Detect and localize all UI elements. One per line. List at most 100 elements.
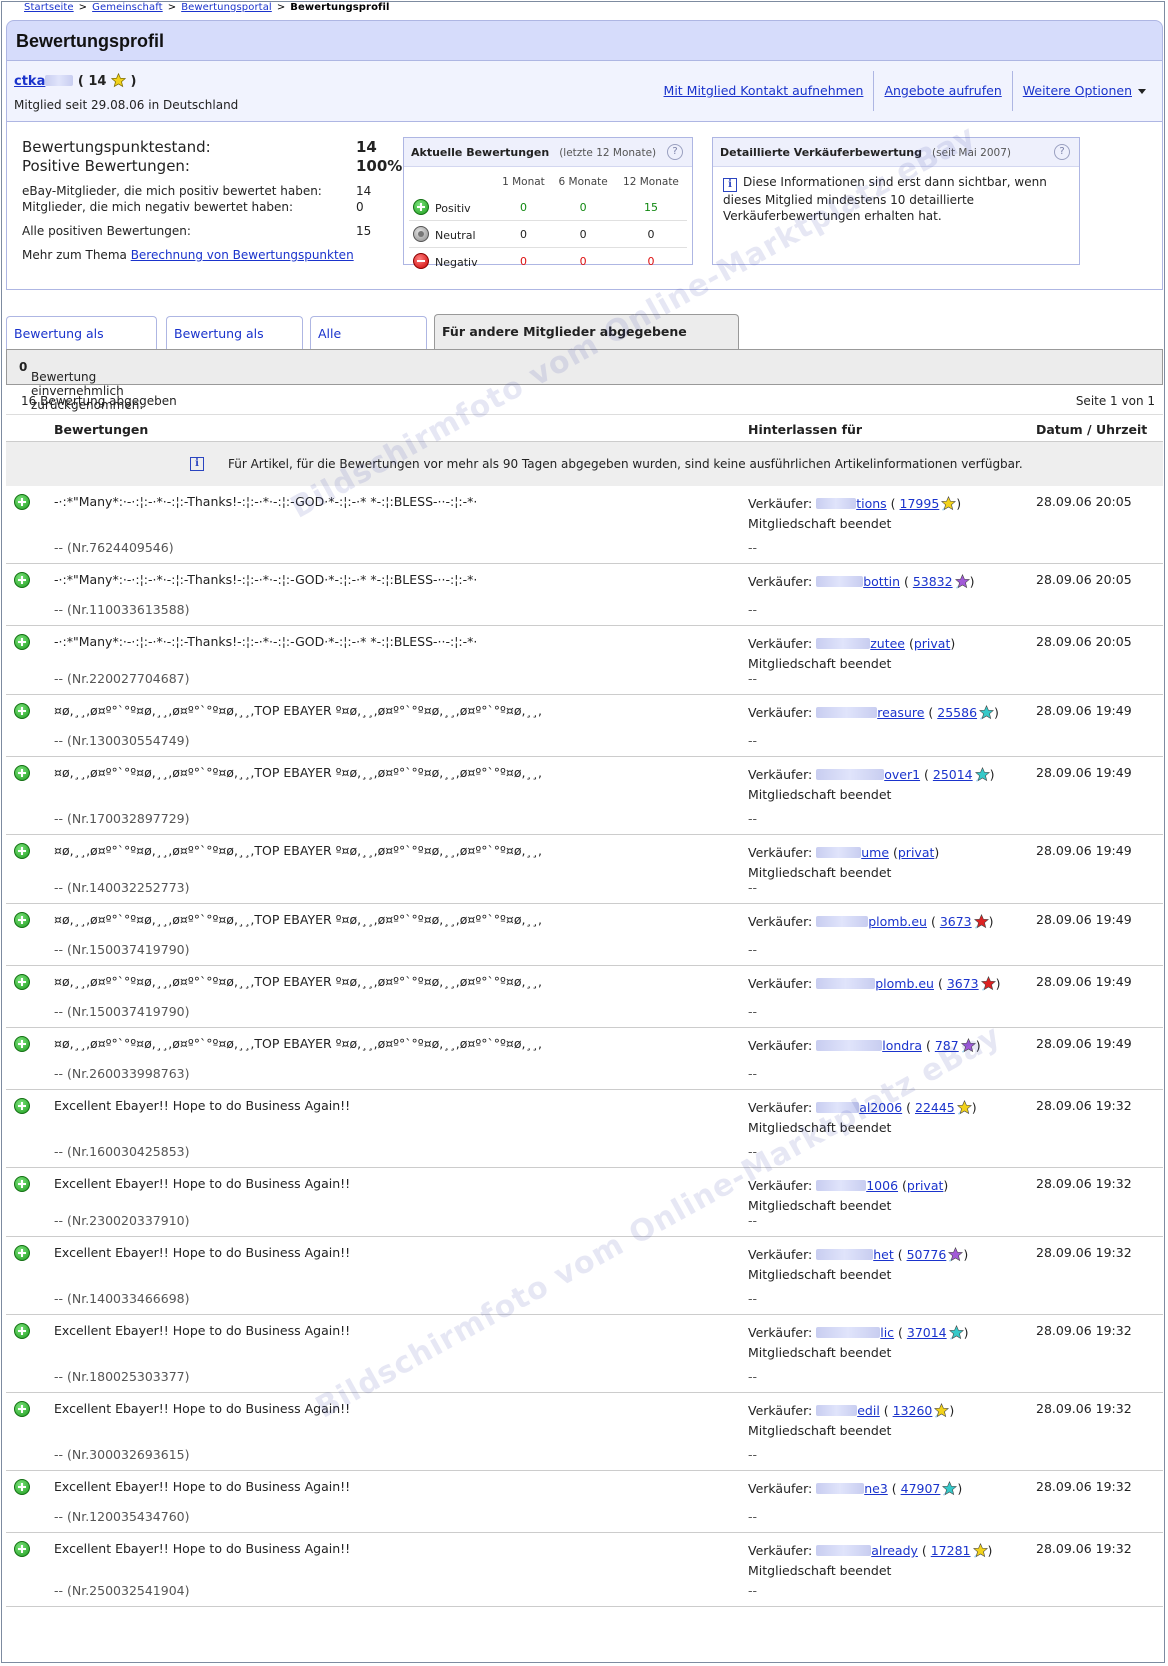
info-icon: i: [190, 457, 204, 471]
seller-score-link[interactable]: privat: [898, 845, 935, 860]
seller-score-link[interactable]: 3673: [947, 976, 979, 991]
positive-icon: [14, 1323, 36, 1339]
seller-link[interactable]: zutee: [816, 636, 905, 651]
caret-down-icon[interactable]: [1138, 88, 1146, 94]
item-number: -- (Nr.260033998763): [54, 1066, 190, 1081]
seller-link[interactable]: plomb.eu: [816, 976, 934, 991]
positive-icon: [14, 1098, 36, 1114]
item-number: -- (Nr.300032693615): [54, 1447, 190, 1462]
more-options-action: Weitere Optionen: [1011, 71, 1156, 111]
info-icon: i: [723, 178, 737, 192]
red-star-icon: [980, 976, 996, 991]
item-number: -- (Nr.160030425853): [54, 1144, 190, 1159]
seller-link[interactable]: bottin: [816, 574, 900, 589]
recent-row-neutral: Neutral 0 0 0: [409, 220, 687, 248]
help-icon[interactable]: ?: [1054, 144, 1070, 160]
seller-link[interactable]: lic: [816, 1325, 894, 1340]
feedback-date: 28.09.06 19:49: [1036, 912, 1132, 927]
seller-score-link[interactable]: 25586: [937, 705, 977, 720]
seller-link[interactable]: het: [816, 1247, 894, 1262]
membership-ended: Mitgliedschaft beendet: [748, 1267, 892, 1282]
seller-link[interactable]: ne3: [816, 1481, 888, 1496]
item-number: -- (Nr.170032897729): [54, 811, 190, 826]
positive-icon: [413, 199, 429, 215]
feedback-comment: Excellent Ebayer!! Hope to do Business A…: [54, 1541, 351, 1556]
seller-link[interactable]: edil: [816, 1403, 880, 1418]
item-dash: --: [748, 1291, 758, 1306]
tab-buyer[interactable]: Bewertung als Käufer: [166, 316, 303, 374]
membership-ended: Mitgliedschaft beendet: [748, 787, 892, 802]
score-summary: Bewertungspunktestand: 14 Positive Bewert…: [22, 138, 403, 264]
feedback-date: 28.09.06 19:32: [1036, 1541, 1132, 1556]
seller-score-link[interactable]: 17995: [900, 496, 940, 511]
item-dash: --: [748, 1369, 758, 1384]
positive-members-row: eBay-Mitglieder, die mich positiv bewert…: [22, 184, 372, 198]
tab-all[interactable]: Alle Bewertungen: [310, 316, 427, 374]
view-listings-action: Angebote aufrufen: [873, 71, 1011, 111]
feedback-date: 28.09.06 19:32: [1036, 1098, 1132, 1113]
seller-info: Verkäufer: over1 ( 25014) Mitgliedschaft …: [748, 767, 995, 802]
contact-member-link[interactable]: Mit Mitglied Kontakt aufnehmen: [664, 75, 864, 107]
membership-ended: Mitgliedschaft beendet: [748, 865, 892, 880]
tab-left-for-others[interactable]: Für andere Mitglieder abgegebene Bewertu…: [434, 314, 739, 372]
username-link[interactable]: ctka: [14, 74, 74, 89]
item-number: -- (Nr.220027704687): [54, 671, 190, 686]
seller-link[interactable]: al2006: [816, 1100, 902, 1115]
seller-score-link[interactable]: privat: [914, 636, 951, 651]
seller-score-link[interactable]: 47907: [901, 1481, 941, 1496]
item-dash: --: [748, 880, 758, 895]
seller-score-link[interactable]: 53832: [913, 574, 953, 589]
seller-link[interactable]: reasure: [816, 705, 924, 720]
feedback-comment: -·:*"Many*:·-·:¦:-·*·-:¦:-Thanks!-:¦:-·*…: [54, 494, 478, 509]
breadcrumb-bewertungsportal[interactable]: Bewertungsportal: [181, 2, 272, 13]
membership-ended: Mitgliedschaft beendet: [748, 1198, 892, 1213]
more-options-link[interactable]: Weitere Optionen: [1023, 75, 1132, 107]
tab-seller[interactable]: Bewertung als Verkäufer: [6, 316, 157, 374]
seller-link[interactable]: tions: [816, 496, 887, 511]
purple-star-icon: [960, 1038, 976, 1053]
seller-info: Verkäufer: ne3 ( 47907): [748, 1481, 963, 1496]
feedback-comment: ¤ø,¸¸,ø¤º°`°º¤ø,¸¸,ø¤º°`°º¤ø,¸¸,TOP EBAY…: [54, 1036, 542, 1051]
feedback-comment: Excellent Ebayer!! Hope to do Business A…: [54, 1323, 351, 1338]
item-dash: --: [748, 1509, 758, 1524]
item-dash: --: [748, 811, 758, 826]
feedback-comment: ¤ø,¸¸,ø¤º°`°º¤ø,¸¸,ø¤º°`°º¤ø,¸¸,TOP EBAY…: [54, 974, 542, 989]
help-icon[interactable]: ?: [667, 144, 683, 160]
breadcrumb: Startseite > Gemeinschaft > Bewertungsportal…: [24, 2, 390, 13]
seller-score-link[interactable]: 3673: [940, 914, 972, 929]
purple-star-icon: [954, 574, 970, 589]
positive-row: Positive Bewertungen: 100%: [22, 157, 403, 175]
seller-link[interactable]: ume: [816, 845, 889, 860]
membership-ended: Mitgliedschaft beendet: [748, 516, 892, 531]
seller-rating-text: i Diese Informationen sind erst dann sich…: [723, 175, 1047, 223]
seller-link[interactable]: londra: [816, 1038, 922, 1053]
seller-score-link[interactable]: 25014: [933, 767, 973, 782]
feedback-date: 28.09.06 19:32: [1036, 1176, 1132, 1191]
breadcrumb-gemeinschaft[interactable]: Gemeinschaft: [92, 2, 163, 13]
yellow-star-icon: [972, 1543, 988, 1558]
seller-score-link[interactable]: 17281: [931, 1543, 971, 1558]
seller-score-link[interactable]: 37014: [907, 1325, 947, 1340]
table-row: Excellent Ebayer!! Hope to do Business A…: [6, 1090, 1163, 1168]
seller-link[interactable]: over1: [816, 767, 920, 782]
seller-score-link[interactable]: 13260: [893, 1403, 933, 1418]
feedback-comment: Excellent Ebayer!! Hope to do Business A…: [54, 1176, 351, 1191]
seller-link[interactable]: plomb.eu: [816, 914, 927, 929]
positive-icon: [14, 974, 36, 990]
seller-score-link[interactable]: 50776: [907, 1247, 947, 1262]
item-number: -- (Nr.150037419790): [54, 1004, 190, 1019]
seller-link[interactable]: 1006: [816, 1178, 898, 1193]
seller-score-link[interactable]: privat: [907, 1178, 944, 1193]
seller-score-link[interactable]: 22445: [915, 1100, 955, 1115]
seller-link[interactable]: already: [816, 1543, 918, 1558]
neutral-icon: [413, 226, 429, 242]
view-listings-link[interactable]: Angebote aufrufen: [884, 75, 1001, 107]
seller-info: Verkäufer: already ( 17281) Mitgliedschaf…: [748, 1543, 993, 1578]
item-dash: --: [748, 1004, 758, 1019]
table-row: ¤ø,¸¸,ø¤º°`°º¤ø,¸¸,ø¤º°`°º¤ø,¸¸,TOP EBAY…: [6, 904, 1163, 966]
breadcrumb-startseite[interactable]: Startseite: [24, 2, 74, 13]
feedback-date: 28.09.06 19:32: [1036, 1323, 1132, 1338]
score-calculation-link[interactable]: Berechnung von Bewertungspunkten: [131, 248, 354, 262]
positive-icon: [14, 1245, 36, 1261]
seller-score-link[interactable]: 787: [935, 1038, 959, 1053]
